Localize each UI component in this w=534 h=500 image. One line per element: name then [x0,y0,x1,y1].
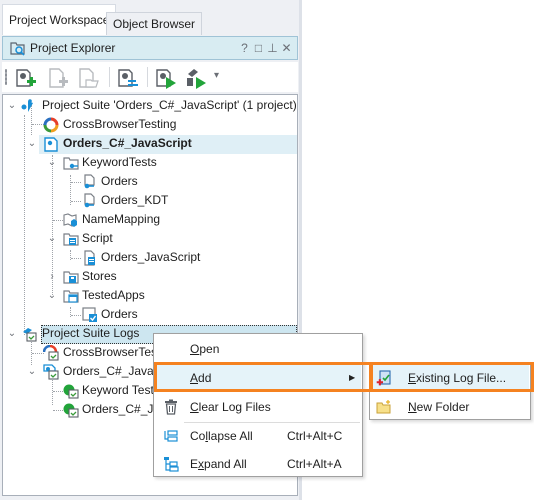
add-new-project-item-button[interactable] [14,66,38,90]
tree-item-namemapping[interactable]: NameMapping [3,210,297,229]
toolbar-grip[interactable] [5,69,7,85]
keyword-test-icon [84,174,95,189]
keyword-folder-icon [63,157,79,170]
menu-item-open[interactable]: Open [155,335,361,363]
tree-item-orders-javascript[interactable]: Orders_JavaScript [3,248,297,267]
menu-item-label: Open [190,342,220,356]
tree-item-orders-tested-app[interactable]: Orders [3,305,297,324]
collapse-chevron-icon[interactable]: ⌄ [47,153,57,172]
project-properties-button[interactable] [116,66,140,90]
log-success-icon [63,403,79,418]
log-icon [43,345,59,361]
context-menu: Open Add ▶ Clear Log Files Collapse All … [153,333,363,477]
collapse-chevron-icon[interactable]: ⌄ [47,229,57,248]
tree-item-label: Orders_C#_JavaScript [63,136,192,150]
collapse-all-icon [164,430,178,442]
run-project-button[interactable] [154,66,178,90]
trash-icon [165,399,177,415]
menu-item-new-folder[interactable]: New Folder [371,393,529,421]
toolbar-separator [147,67,148,87]
project-icon [44,137,58,152]
tree-item-label: Orders [101,307,138,321]
tree-item-project[interactable]: ⌄ Orders_C#_JavaScript [3,134,297,153]
menu-item-label: Clear Log Files [190,400,271,414]
maximize-button[interactable]: □ [252,40,265,56]
tree-item-project-suite[interactable]: ⌄ Project Suite 'Orders_C#_JavaScript' (… [3,96,297,115]
menu-item-collapse-all[interactable]: Collapse All Ctrl+Alt+C [155,422,361,450]
toolbar-separator [109,67,110,87]
menu-item-label: Collapse All [190,429,253,443]
add-existing-item-button[interactable] [76,66,100,90]
run-project-suite-button[interactable] [184,66,208,90]
menu-item-label: New Folder [408,400,470,414]
crossbrowsertesting-icon [43,117,59,133]
add-new-item-button[interactable] [46,66,70,90]
tree-item-label: Stores [82,269,117,283]
help-button[interactable]: ? [238,40,251,56]
run-dropdown-arrow[interactable]: ▾ [214,70,219,81]
tested-app-icon [82,307,97,322]
suite-logs-icon [23,328,37,342]
project-explorer-header: Project Explorer ? □ ⊥ ✕ [2,36,298,60]
tree-item-stores[interactable]: › Stores [3,267,297,286]
tab-object-browser[interactable]: Object Browser [106,12,203,35]
tree-item-orders-kdt[interactable]: Orders_KDT [3,191,297,210]
tree-item-label: Project Suite Logs [42,326,140,340]
log-success-icon [63,384,79,399]
highlight-outline-add [154,362,372,392]
new-folder-icon [376,400,391,414]
tree-item-testedapps[interactable]: ⌄ TestedApps [3,286,297,305]
tree-item-label: Project Suite 'Orders_C#_JavaScript' (1 … [42,98,297,112]
toolbar: ▾ [2,62,298,92]
tree-item-label: TestedApps [82,288,145,302]
menu-item-label: Expand All [190,457,247,471]
tree-item-keywordtests[interactable]: ⌄ KeywordTests [3,153,297,172]
close-button[interactable]: ✕ [280,40,293,56]
tree-item-label: Orders [101,174,138,188]
expand-all-icon [164,457,179,472]
expand-chevron-icon[interactable]: › [47,267,57,286]
tree-item-script[interactable]: ⌄ Script [3,229,297,248]
menu-item-shortcut: Ctrl+Alt+A [287,457,342,471]
menu-item-expand-all[interactable]: Expand All Ctrl+Alt+A [155,450,361,478]
tree-item-crossbrowsertesting[interactable]: CrossBrowserTesting [3,115,297,134]
highlight-outline-existing-log-file [370,362,534,392]
collapse-chevron-icon[interactable]: ⌄ [27,134,37,153]
tree-item-label: CrossBrowserTesting [63,117,177,131]
tab-project-workspace[interactable]: Project Workspace [2,4,117,35]
tree-item-label: Orders_JavaScript [101,250,201,264]
collapse-chevron-icon[interactable]: ⌄ [7,324,17,343]
collapse-chevron-icon[interactable]: ⌄ [7,96,17,115]
keyword-test-icon [84,193,95,208]
menu-item-shortcut: Ctrl+Alt+C [287,429,343,443]
menu-item-clear-log-files[interactable]: Clear Log Files [155,393,361,421]
tree-item-label: Script [82,231,113,245]
project-explorer-icon [10,42,25,56]
script-folder-icon [63,233,79,246]
tree-item-label: Orders_KDT [101,193,169,207]
project-suite-icon [21,99,33,112]
tab-bar: Project Workspace Object Browser [0,4,299,35]
pin-button[interactable]: ⊥ [266,40,279,56]
tree-item-orders-keyword-test[interactable]: Orders [3,172,297,191]
testedapps-folder-icon [63,290,79,303]
panel-title: Project Explorer [30,41,116,55]
stores-folder-icon [63,271,79,284]
collapse-chevron-icon[interactable]: ⌄ [27,362,37,381]
collapse-chevron-icon[interactable]: ⌄ [47,286,57,305]
project-log-icon [43,364,59,380]
tree-item-label: KeywordTests [82,155,157,169]
script-unit-icon [84,250,95,266]
namemapping-icon [63,213,77,227]
tree-item-label: NameMapping [82,212,161,226]
